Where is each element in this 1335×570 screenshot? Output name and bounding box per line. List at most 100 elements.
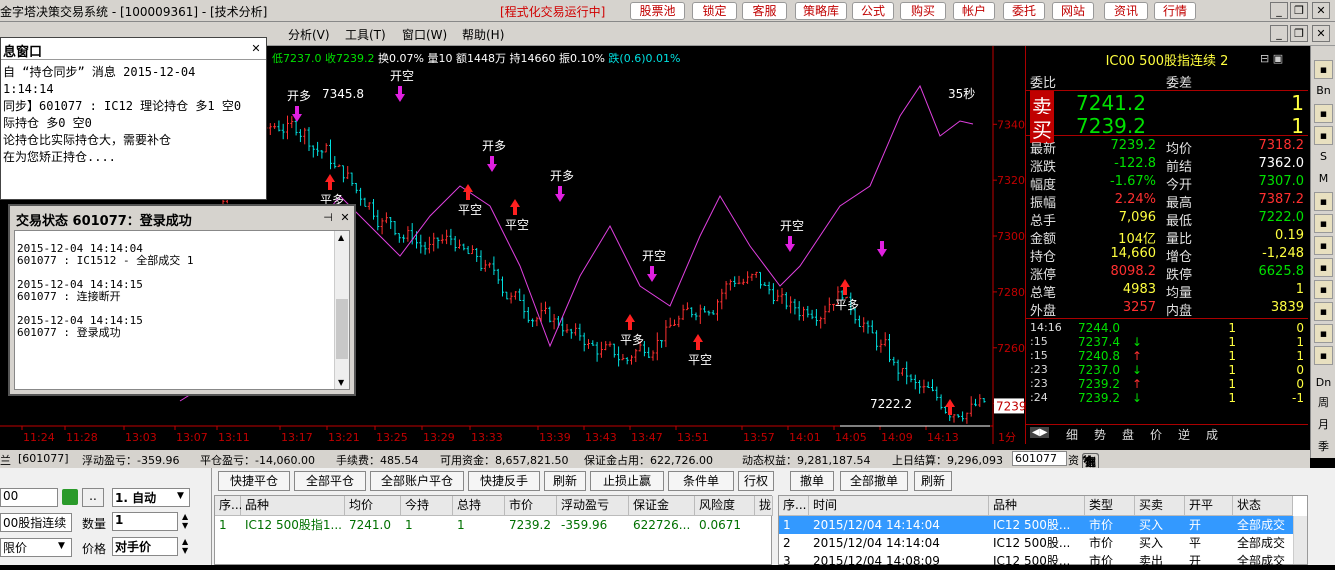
minimize-icon[interactable]: _ (1270, 2, 1288, 19)
order-cell[interactable]: 1 (779, 516, 809, 534)
position-header[interactable]: 均价 (345, 496, 401, 516)
mdi-close-icon[interactable]: ✕ (1312, 25, 1330, 42)
menu-tools[interactable]: 工具(T) (345, 26, 386, 43)
order-header[interactable]: 序... (779, 496, 809, 516)
order-header[interactable]: 买卖 (1135, 496, 1185, 516)
position-header[interactable]: 今持 (401, 496, 453, 516)
account-select[interactable]: 601077 (1012, 451, 1067, 466)
top-button-3[interactable]: 策略库 (795, 2, 847, 20)
position-cell[interactable]: 1 (453, 516, 505, 534)
position-cell[interactable]: 7241.0 (345, 516, 401, 534)
tool-icon[interactable]: ▪ (1314, 104, 1333, 123)
restore-icon[interactable]: ❐ (1290, 2, 1308, 19)
right-tool-3[interactable]: 周 (1314, 394, 1333, 413)
right-tool-0[interactable]: Bn (1314, 82, 1333, 101)
close-panel-icon[interactable]: ✕ (1082, 453, 1091, 466)
position-button-1[interactable]: 全部平仓 (294, 471, 366, 491)
order-cell[interactable]: IC12 500股... (989, 534, 1085, 552)
order-cell[interactable]: 市价 (1085, 552, 1135, 570)
panel-tab[interactable]: 势 (1094, 426, 1106, 443)
menu-help[interactable]: 帮助(H) (462, 26, 504, 43)
browse-button[interactable]: .. (82, 488, 104, 507)
top-button-8[interactable]: 网站 (1052, 2, 1094, 20)
order-cell[interactable]: 全部成交 (1233, 552, 1293, 570)
pin-icon[interactable]: ⊣ (319, 210, 337, 227)
position-header[interactable]: 拢 (755, 496, 773, 516)
lock-icon[interactable] (62, 489, 78, 505)
tool-icon[interactable]: ▪ (1314, 60, 1333, 79)
order-button-1[interactable]: 全部撤单 (840, 471, 908, 491)
tool-icon[interactable]: ▪ (1314, 324, 1333, 343)
order-header[interactable]: 类型 (1085, 496, 1135, 516)
position-cell[interactable]: 1 (215, 516, 241, 534)
panel-tab[interactable]: 盘 (1122, 426, 1134, 443)
order-cell[interactable]: 市价 (1085, 534, 1135, 552)
position-button-3[interactable]: 快捷反手 (468, 471, 540, 491)
qty-input[interactable]: 1 (112, 512, 178, 531)
order-cell[interactable]: 2015/12/04 14:14:04 (809, 534, 989, 552)
position-header[interactable]: 浮动盈亏 (557, 496, 629, 516)
position-cell[interactable]: 1 (401, 516, 453, 534)
order-cell[interactable]: IC12 500股... (989, 552, 1085, 570)
panel-tab[interactable]: 成 (1206, 426, 1218, 443)
top-button-7[interactable]: 委托 (1003, 2, 1045, 20)
tool-icon[interactable]: ▪ (1314, 258, 1333, 277)
top-button-1[interactable]: 锁定 (692, 2, 737, 20)
tab-prev-icon[interactable]: ◀▶ (1030, 427, 1050, 438)
mdi-minimize-icon[interactable]: _ (1270, 25, 1288, 42)
position-cell[interactable]: -359.96 (557, 516, 629, 534)
position-header[interactable]: 品种 (241, 496, 345, 516)
order-button-0[interactable]: 撤单 (790, 471, 834, 491)
price-stepper[interactable]: ▲ ▼ (182, 537, 188, 555)
order-cell[interactable]: 开 (1185, 516, 1233, 534)
position-cell[interactable]: 7239.2 (505, 516, 557, 534)
right-tool-2[interactable]: M (1314, 170, 1333, 189)
order-header[interactable]: 品种 (989, 496, 1085, 516)
order-cell[interactable]: 买入 (1135, 516, 1185, 534)
panel-tab[interactable]: 价 (1150, 426, 1162, 443)
product-field[interactable]: 00股指连续 (0, 513, 72, 532)
panel-tab[interactable]: 细 (1066, 426, 1078, 443)
position-button-2[interactable]: 全部账户平仓 (370, 471, 464, 491)
panel-tab[interactable]: 逆 (1178, 426, 1190, 443)
order-cell[interactable]: 2 (779, 534, 809, 552)
tool-icon[interactable]: ▪ (1314, 280, 1333, 299)
order-cell[interactable]: 开 (1185, 552, 1233, 570)
order-cell[interactable]: 市价 (1085, 516, 1135, 534)
position-cell[interactable]: IC12 500股指1... (241, 516, 345, 534)
position-header[interactable]: 序... (215, 496, 242, 516)
position-button-7[interactable]: 行权 (738, 471, 774, 491)
top-button-6[interactable]: 帐户 (953, 2, 995, 20)
tool-icon[interactable]: ▪ (1314, 214, 1333, 233)
top-button-4[interactable]: 公式 (852, 2, 894, 20)
order-cell[interactable]: 买入 (1135, 534, 1185, 552)
qty-stepper[interactable]: ▲ ▼ (182, 512, 188, 530)
top-button-0[interactable]: 股票池 (630, 2, 685, 20)
order-header[interactable]: 开平 (1185, 496, 1233, 516)
order-cell[interactable]: 3 (779, 552, 809, 570)
position-header[interactable]: 市价 (505, 496, 557, 516)
right-tool-5[interactable]: 季 (1314, 438, 1333, 457)
scroll-up-icon[interactable]: ▲ (338, 233, 344, 242)
close-icon[interactable]: ✕ (1312, 2, 1330, 19)
right-tool-4[interactable]: 月 (1314, 416, 1333, 435)
order-scrollbar[interactable] (1293, 516, 1307, 564)
position-button-0[interactable]: 快捷平仓 (218, 471, 290, 491)
order-cell[interactable]: 卖出 (1135, 552, 1185, 570)
tool-icon[interactable]: ▪ (1314, 236, 1333, 255)
position-button-6[interactable]: 条件单 (668, 471, 734, 491)
right-tool-6[interactable]: Dn (1314, 374, 1333, 393)
order-header[interactable]: 状态 (1233, 496, 1293, 516)
position-cell[interactable] (755, 516, 773, 534)
top-button-5[interactable]: 购买 (900, 2, 946, 20)
position-header[interactable]: 总持 (453, 496, 505, 516)
top-button-9[interactable]: 资讯 (1104, 2, 1148, 20)
position-header[interactable]: 风险度 (695, 496, 755, 516)
tool-icon[interactable]: ▪ (1314, 126, 1333, 145)
order-cell[interactable]: 全部成交 (1233, 516, 1293, 534)
position-cell[interactable]: 0.0671 (695, 516, 755, 534)
order-button-2[interactable]: 刷新 (914, 471, 952, 491)
price-input[interactable]: 对手价 (112, 537, 178, 556)
order-cell[interactable]: 2015/12/04 14:08:09 (809, 552, 989, 570)
position-button-5[interactable]: 止损止赢 (590, 471, 664, 491)
